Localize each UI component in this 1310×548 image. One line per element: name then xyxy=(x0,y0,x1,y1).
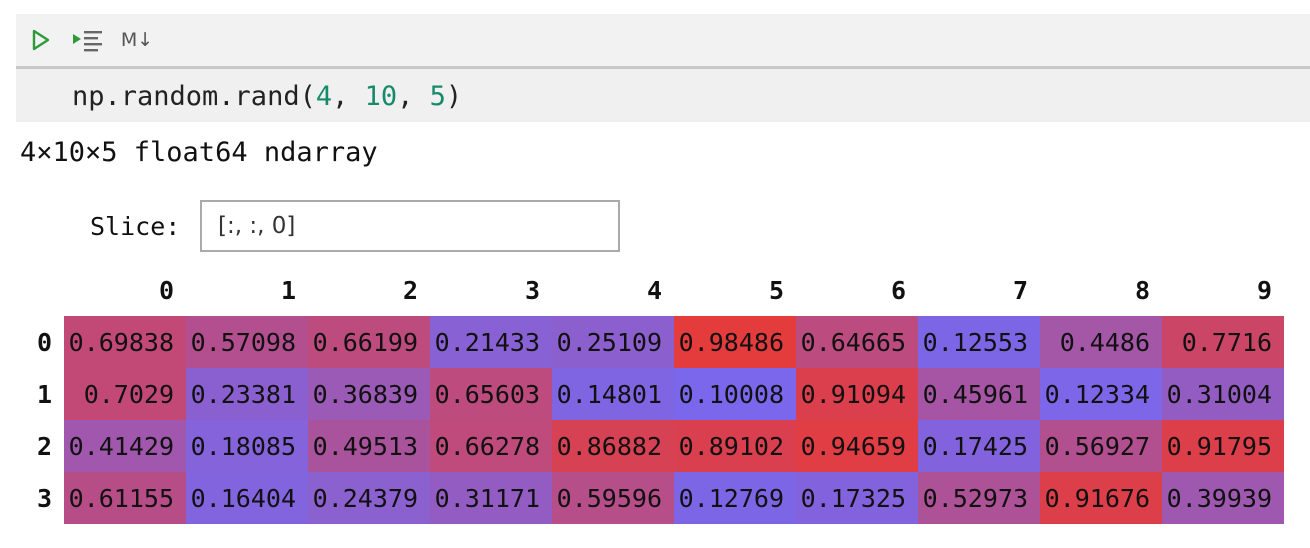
column-header: 1 xyxy=(280,275,296,305)
value-cell: 0.18085 xyxy=(186,420,308,472)
value-cell: 0.61155 xyxy=(64,472,186,524)
value-cell: 0.66278 xyxy=(430,420,552,472)
code-arg-1: 4 xyxy=(315,81,333,112)
value-cell: 0.86882 xyxy=(552,420,674,472)
value-cell: 0.17325 xyxy=(796,472,918,524)
output-summary: 4×10×5 float64 ndarray xyxy=(20,137,378,168)
value-cell: 0.24379 xyxy=(308,472,430,524)
value-cell: 0.69838 xyxy=(64,316,186,368)
column-header-row: 0 1 2 3 4 5 6 7 8 9 xyxy=(18,264,1284,316)
slice-label: Slice: xyxy=(90,212,181,241)
value-cell: 0.4486 xyxy=(1040,316,1162,368)
column-header: 6 xyxy=(890,275,906,305)
row-header: 3 xyxy=(36,483,52,513)
value-cell: 0.17425 xyxy=(918,420,1040,472)
value-cell: 0.31171 xyxy=(430,472,552,524)
value-cell: 0.45961 xyxy=(918,368,1040,420)
row-header: 0 xyxy=(36,327,52,357)
column-header: 3 xyxy=(524,275,540,305)
value-cell: 0.57098 xyxy=(186,316,308,368)
play-icon xyxy=(32,29,50,51)
value-cell: 0.12769 xyxy=(674,472,796,524)
value-cell: 0.39939 xyxy=(1162,472,1284,524)
value-cell: 0.91094 xyxy=(796,368,918,420)
cell-toolbar: M↓ xyxy=(16,14,1310,69)
value-cell: 0.59596 xyxy=(552,472,674,524)
column-header: 7 xyxy=(1012,275,1028,305)
table-row: 0 0.69838 0.57098 0.66199 0.21433 0.25109 0.98… xyxy=(18,316,1284,368)
run-all-button[interactable] xyxy=(68,14,108,66)
column-header: 8 xyxy=(1134,275,1150,305)
value-cell: 0.66199 xyxy=(308,316,430,368)
value-cell: 0.12334 xyxy=(1040,368,1162,420)
value-cell: 0.98486 xyxy=(674,316,796,368)
row-header: 2 xyxy=(36,431,52,461)
value-cell: 0.7716 xyxy=(1162,316,1284,368)
value-cell: 0.21433 xyxy=(430,316,552,368)
value-cell: 0.31004 xyxy=(1162,368,1284,420)
value-cell: 0.91676 xyxy=(1040,472,1162,524)
slice-input[interactable] xyxy=(200,200,620,252)
column-header: 9 xyxy=(1256,275,1272,305)
run-all-icon xyxy=(73,31,102,52)
row-header: 1 xyxy=(36,379,52,409)
value-cell: 0.65603 xyxy=(430,368,552,420)
table-row: 1 0.7029 0.23381 0.36839 0.65603 0.14801 0.100… xyxy=(18,368,1284,420)
code-arg-3: 5 xyxy=(429,81,446,112)
column-header: 0 xyxy=(158,275,174,305)
grid-body: 0 0.69838 0.57098 0.66199 0.21433 0.25109 0.98… xyxy=(18,316,1284,524)
column-header: 5 xyxy=(768,275,784,305)
code-line: np.random.rand(4, 10, 5) xyxy=(72,81,463,112)
value-cell: 0.36839 xyxy=(308,368,430,420)
value-cell: 0.16404 xyxy=(186,472,308,524)
column-header: 4 xyxy=(646,275,662,305)
markdown-button[interactable]: M↓ xyxy=(120,14,154,66)
value-cell: 0.56927 xyxy=(1040,420,1162,472)
value-cell: 0.89102 xyxy=(674,420,796,472)
value-cell: 0.14801 xyxy=(552,368,674,420)
array-grid: 0 1 2 3 4 5 6 7 8 9 0 0.69838 0.57098 0.66199 0.21433… xyxy=(18,264,1284,524)
value-cell: 0.49513 xyxy=(308,420,430,472)
value-cell: 0.52973 xyxy=(918,472,1040,524)
value-cell: 0.23381 xyxy=(186,368,308,420)
value-cell: 0.7029 xyxy=(64,368,186,420)
value-cell: 0.64665 xyxy=(796,316,918,368)
column-header: 2 xyxy=(402,275,418,305)
value-cell: 0.25109 xyxy=(552,316,674,368)
value-cell: 0.12553 xyxy=(918,316,1040,368)
corner-cell xyxy=(18,264,64,316)
value-cell: 0.41429 xyxy=(64,420,186,472)
value-cell: 0.94659 xyxy=(796,420,918,472)
code-arg-2: 10 xyxy=(364,81,398,112)
table-row: 2 0.41429 0.18085 0.49513 0.66278 0.86882 0.89… xyxy=(18,420,1284,472)
value-cell: 0.91795 xyxy=(1162,420,1284,472)
run-cell-button[interactable] xyxy=(26,14,56,66)
code-editor[interactable]: np.random.rand(4, 10, 5) xyxy=(16,69,1310,122)
table-row: 3 0.61155 0.16404 0.24379 0.31171 0.59596 0.12… xyxy=(18,472,1284,524)
value-cell: 0.10008 xyxy=(674,368,796,420)
